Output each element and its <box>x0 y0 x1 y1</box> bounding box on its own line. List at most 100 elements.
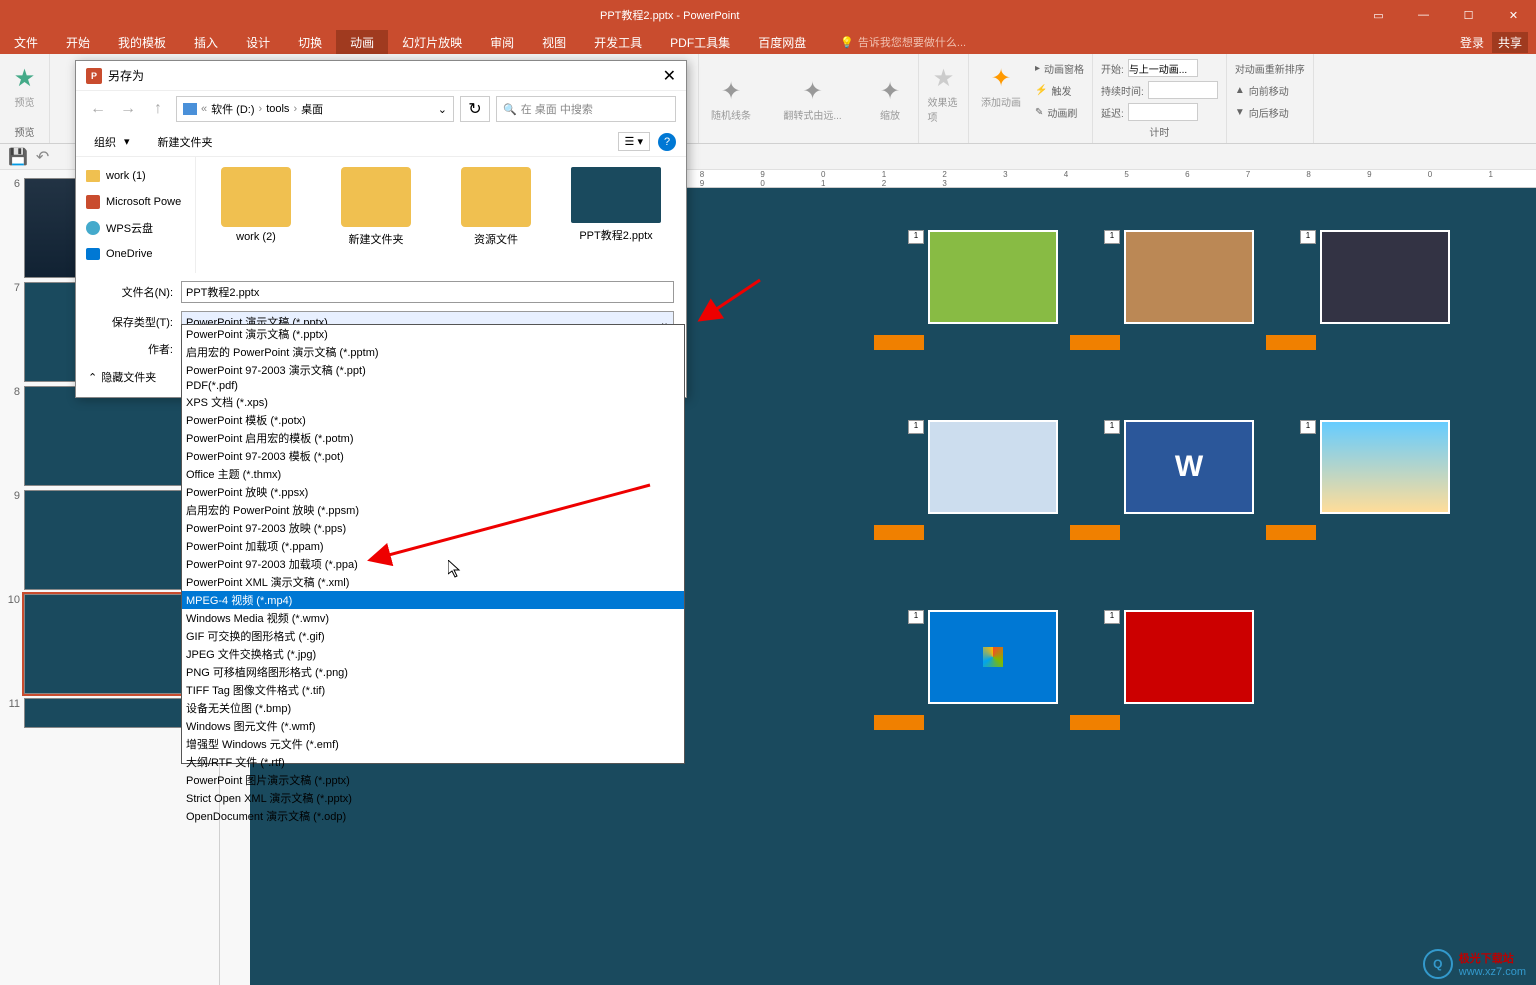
list-item[interactable]: 1 <box>874 610 1064 740</box>
dropdown-option[interactable]: PowerPoint 演示文稿 (*.pptx) <box>182 325 684 343</box>
sidebar-item-work[interactable]: work (1) <box>76 163 195 189</box>
tell-me-search[interactable]: 💡 告诉我您想要做什么... <box>840 34 966 50</box>
dropdown-option[interactable]: GIF 可交换的图形格式 (*.gif) <box>182 627 684 645</box>
filename-input[interactable] <box>181 281 674 303</box>
tab-insert[interactable]: 插入 <box>180 30 232 54</box>
dropdown-option[interactable]: PowerPoint 模板 (*.potx) <box>182 411 684 429</box>
filetype-dropdown-list[interactable]: PowerPoint 演示文稿 (*.pptx)启用宏的 PowerPoint … <box>181 324 685 764</box>
tab-view[interactable]: 视图 <box>528 30 580 54</box>
file-item[interactable]: work (2) <box>206 167 306 263</box>
dropdown-option[interactable]: PowerPoint 放映 (*.ppsx) <box>182 483 684 501</box>
list-item[interactable]: 1W <box>1070 420 1260 550</box>
maximize-icon[interactable]: ☐ <box>1446 0 1491 30</box>
dropdown-option[interactable]: PowerPoint 97-2003 放映 (*.pps) <box>182 519 684 537</box>
nav-up-button[interactable]: ↑ <box>146 97 170 121</box>
tab-file[interactable]: 文件 <box>0 30 52 54</box>
dropdown-option[interactable]: XPS 文档 (*.xps) <box>182 393 684 411</box>
dropdown-option[interactable]: 设备无关位图 (*.bmp) <box>182 699 684 717</box>
trigger-button[interactable]: ⚡触发 <box>1035 80 1084 100</box>
animation-pane-button[interactable]: ▸动画窗格 <box>1035 58 1084 78</box>
list-item[interactable]: 1 <box>1070 230 1260 360</box>
ribbon-display-icon[interactable]: ▭ <box>1356 0 1401 30</box>
dropdown-option[interactable]: MPEG-4 视频 (*.mp4) <box>182 591 684 609</box>
chevron-down-icon[interactable]: ⌄ <box>438 103 447 116</box>
dropdown-option[interactable]: PowerPoint 97-2003 模板 (*.pot) <box>182 447 684 465</box>
dropdown-option[interactable]: PowerPoint 图片演示文稿 (*.pptx) <box>182 771 684 789</box>
view-mode-button[interactable]: ☰ ▾ <box>618 132 650 151</box>
tab-animations[interactable]: 动画 <box>336 30 388 54</box>
preview-button[interactable]: ★ 预览 <box>5 58 45 113</box>
dropdown-option[interactable]: PowerPoint XML 演示文稿 (*.xml) <box>182 573 684 591</box>
dropdown-option[interactable]: 增强型 Windows 元文件 (*.emf) <box>182 735 684 753</box>
close-icon[interactable]: ✕ <box>1491 0 1536 30</box>
file-item[interactable]: 新建文件夹 <box>326 167 426 263</box>
dialog-sidebar[interactable]: work (1) Microsoft Powe WPS云盘 OneDrive <box>76 157 196 273</box>
slide-thumb-10[interactable] <box>24 594 204 694</box>
start-dropdown[interactable] <box>1128 59 1198 77</box>
dropdown-option[interactable]: PowerPoint 启用宏的模板 (*.potm) <box>182 429 684 447</box>
tab-baidu[interactable]: 百度网盘 <box>744 30 820 54</box>
nav-forward-button[interactable]: → <box>116 97 140 121</box>
new-folder-button[interactable]: 新建文件夹 <box>150 132 221 152</box>
slide-thumb-8[interactable] <box>24 386 204 486</box>
dropdown-option[interactable]: Strict Open XML 演示文稿 (*.pptx) <box>182 789 684 807</box>
tab-slideshow[interactable]: 幻灯片放映 <box>388 30 476 54</box>
list-item[interactable]: 1 <box>1266 420 1456 550</box>
dropdown-option[interactable]: Windows 图元文件 (*.wmf) <box>182 717 684 735</box>
minimize-icon[interactable]: — <box>1401 0 1446 30</box>
move-later-button[interactable]: ▼向后移动 <box>1235 102 1305 122</box>
dropdown-option[interactable]: OpenDocument 演示文稿 (*.odp) <box>182 807 684 825</box>
refresh-button[interactable]: ↻ <box>460 96 490 122</box>
tab-home[interactable]: 开始 <box>52 30 104 54</box>
add-animation-button[interactable]: ✦添加动画 <box>977 58 1025 113</box>
list-item[interactable]: 1 <box>874 230 1064 360</box>
slide-thumb-9[interactable] <box>24 490 204 590</box>
tab-review[interactable]: 审阅 <box>476 30 528 54</box>
file-list[interactable]: work (2) 新建文件夹 资源文件 PPT教程2.pptx <box>196 157 686 273</box>
zoom-button[interactable]: ✦缩放 <box>870 71 910 126</box>
effect-options-button[interactable]: ★效果选项 <box>924 58 964 128</box>
file-item[interactable]: PPT教程2.pptx <box>566 167 666 263</box>
dropdown-option[interactable]: TIFF Tag 图像文件格式 (*.tif) <box>182 681 684 699</box>
undo-icon[interactable]: ↶ <box>36 147 49 167</box>
dropdown-option[interactable]: 大纲/RTF 文件 (*.rtf) <box>182 753 684 771</box>
file-item[interactable]: 资源文件 <box>446 167 546 263</box>
flip-button[interactable]: ✦翻转式由远... <box>779 71 845 126</box>
dropdown-option[interactable]: PowerPoint 97-2003 加载项 (*.ppa) <box>182 555 684 573</box>
random-lines-button[interactable]: ✦随机线条 <box>707 71 755 126</box>
sidebar-item-powerpoint[interactable]: Microsoft Powe <box>76 189 195 215</box>
dropdown-option[interactable]: PowerPoint 加载项 (*.ppam) <box>182 537 684 555</box>
move-earlier-button[interactable]: ▲向前移动 <box>1235 80 1305 100</box>
duration-input[interactable] <box>1148 81 1218 99</box>
dropdown-option[interactable]: Windows Media 视频 (*.wmv) <box>182 609 684 627</box>
sidebar-item-onedrive[interactable]: OneDrive <box>76 241 195 267</box>
help-button[interactable]: ? <box>658 133 676 151</box>
save-icon[interactable]: 💾 <box>8 147 28 167</box>
tab-templates[interactable]: 我的模板 <box>104 30 180 54</box>
login-button[interactable]: 登录 <box>1460 34 1484 51</box>
nav-back-button[interactable]: ← <box>86 97 110 121</box>
search-input[interactable]: 🔍 在 桌面 中搜索 <box>496 96 676 122</box>
delay-input[interactable] <box>1128 103 1198 121</box>
dropdown-option[interactable]: PDF(*.pdf) <box>182 379 684 393</box>
share-button[interactable]: 共享 <box>1492 32 1528 53</box>
tab-developer[interactable]: 开发工具 <box>580 30 656 54</box>
tab-pdf[interactable]: PDF工具集 <box>656 30 744 54</box>
dropdown-option[interactable]: Office 主题 (*.thmx) <box>182 465 684 483</box>
tab-transitions[interactable]: 切换 <box>284 30 336 54</box>
organize-button[interactable]: 组织 <box>86 132 124 152</box>
dropdown-option[interactable]: PNG 可移植网络图形格式 (*.png) <box>182 663 684 681</box>
list-item[interactable]: 1 <box>1070 610 1260 740</box>
breadcrumb[interactable]: « 软件 (D:)› tools› 桌面 ⌄ <box>176 96 454 122</box>
slide-thumb-11[interactable] <box>24 698 204 728</box>
hide-folders-button[interactable]: ⌃ 隐藏文件夹 <box>88 369 156 385</box>
dropdown-option[interactable]: 启用宏的 PowerPoint 演示文稿 (*.pptm) <box>182 343 684 361</box>
list-item[interactable]: 1 <box>1266 230 1456 360</box>
animation-painter-button[interactable]: ✎动画刷 <box>1035 102 1084 122</box>
sidebar-item-wps[interactable]: WPS云盘 <box>76 215 195 241</box>
dropdown-option[interactable]: PowerPoint 97-2003 演示文稿 (*.ppt) <box>182 361 684 379</box>
dialog-close-button[interactable]: ✕ <box>663 66 676 86</box>
list-item[interactable]: 1 <box>874 420 1064 550</box>
dropdown-option[interactable]: JPEG 文件交换格式 (*.jpg) <box>182 645 684 663</box>
dropdown-option[interactable]: 启用宏的 PowerPoint 放映 (*.ppsm) <box>182 501 684 519</box>
